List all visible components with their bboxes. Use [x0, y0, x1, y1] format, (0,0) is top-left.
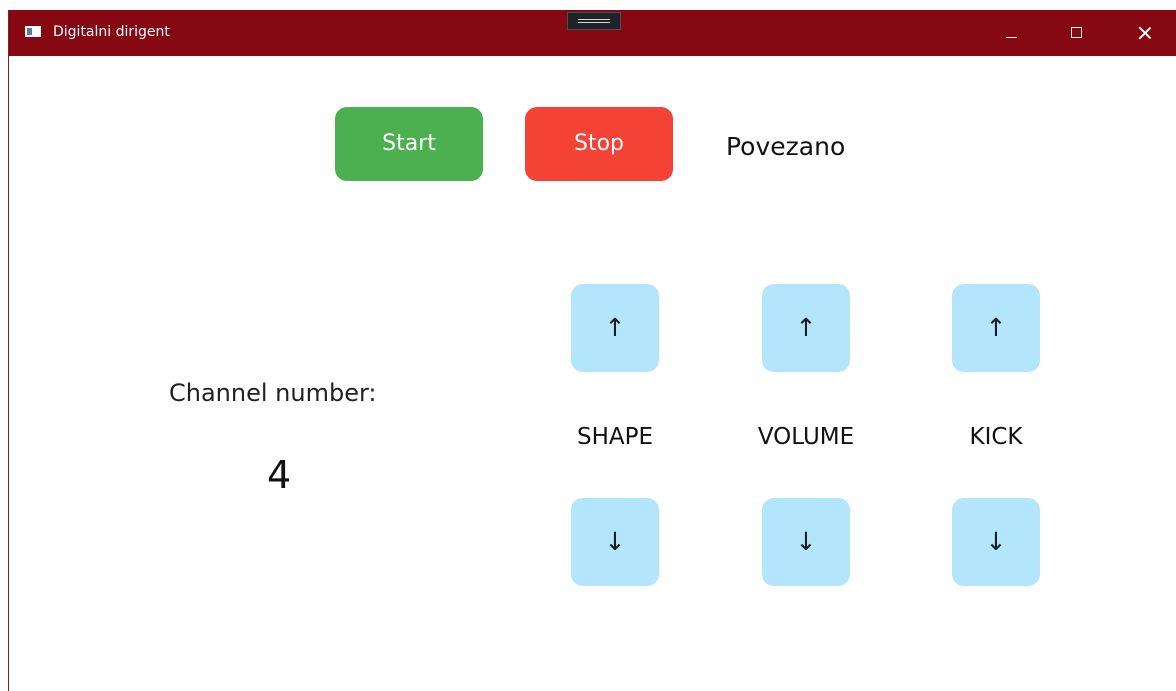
channel-number-label: Channel number: [169, 379, 377, 407]
start-button[interactable]: Start [335, 107, 483, 181]
minimize-icon [1006, 37, 1017, 38]
app-window-icon [25, 26, 41, 37]
close-button[interactable] [1122, 10, 1168, 56]
drag-handle-icon[interactable] [567, 12, 621, 30]
kick-down-button[interactable]: ↓ [952, 498, 1040, 586]
shape-control-group: ↑ SHAPE ↓ [535, 284, 695, 588]
kick-control-group: ↑ KICK ↓ [916, 284, 1076, 588]
minimize-button[interactable] [989, 10, 1035, 56]
shape-up-button[interactable]: ↑ [571, 284, 659, 372]
connection-status: Povezano [726, 132, 846, 161]
volume-down-button[interactable]: ↓ [762, 498, 850, 586]
stop-button[interactable]: Stop [525, 107, 673, 181]
volume-control-group: ↑ VOLUME ↓ [726, 284, 886, 588]
window-titlebar[interactable]: Digitalni dirigent [9, 10, 1176, 56]
close-icon [1138, 26, 1152, 40]
volume-up-button[interactable]: ↑ [762, 284, 850, 372]
window-title: Digitalni dirigent [53, 24, 170, 40]
kick-up-button[interactable]: ↑ [952, 284, 1040, 372]
kick-label: KICK [969, 424, 1023, 450]
application-window: Digitalni dirigent Start Stop Povezano C… [8, 10, 1176, 691]
maximize-icon [1071, 27, 1082, 38]
shape-label: SHAPE [576, 424, 654, 450]
maximize-button[interactable] [1054, 10, 1100, 56]
channel-number-value: 4 [267, 453, 292, 497]
main-content: Start Stop Povezano Channel number: 4 ↑ … [9, 56, 1176, 691]
shape-down-button[interactable]: ↓ [571, 498, 659, 586]
volume-label: VOLUME [757, 424, 855, 450]
